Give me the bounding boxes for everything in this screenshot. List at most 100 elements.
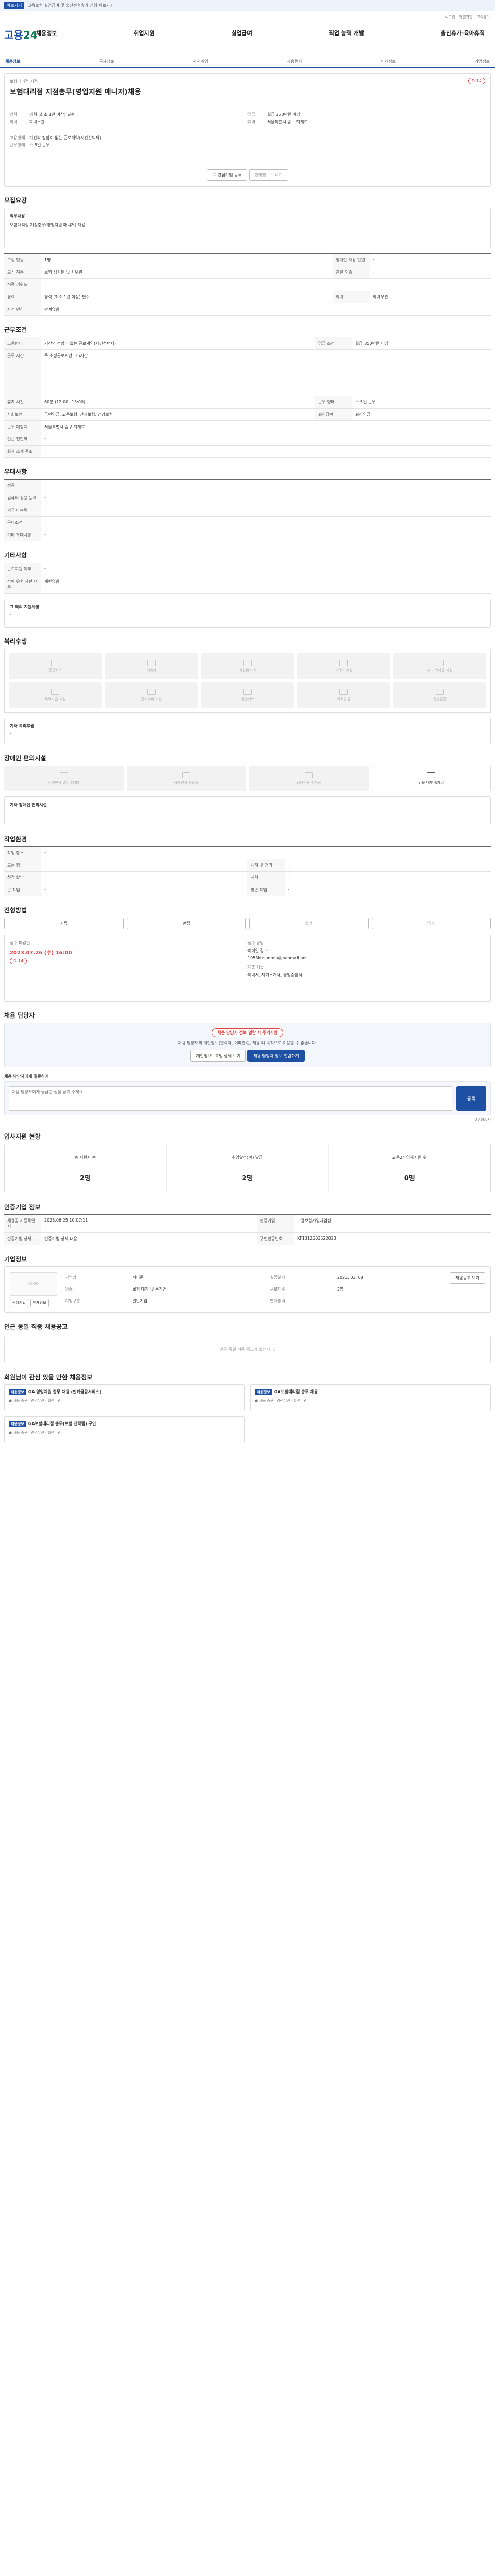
table-row: 직종 키워드 -: [4, 278, 491, 291]
warning-title: 채용 담당자 정보 열람 시 주의사항: [211, 1028, 284, 1037]
tab-talent[interactable]: 인재정보: [381, 59, 395, 64]
applicant-stats: 총 지원자 수 2명 취업알선(이) 발급 2명 고용24 입사지원 수 0명: [4, 1143, 491, 1193]
gnb-item[interactable]: 출산휴가·육아휴직: [441, 29, 485, 37]
home-money-icon: [51, 688, 60, 695]
parking-icon: [304, 772, 313, 778]
view-manager-button[interactable]: 채용 담당자 정보 열람하기: [248, 1050, 305, 1062]
house-icon: [147, 659, 156, 666]
welfare-item: 퇴직연금: [297, 682, 390, 708]
tab-public[interactable]: 공채정보: [99, 59, 114, 64]
global-nav: 채용정보 취업지원 실업급여 직업 능력 개발 출산휴가·육아휴직: [36, 29, 490, 37]
section-title: 복리후생: [4, 638, 27, 645]
pension-icon: [339, 688, 348, 695]
table-row: 채용공고 등록일시 2023.06.25 10:07:11 인증기업 고용보험가입사업…: [4, 1214, 491, 1233]
book-icon: [339, 659, 348, 666]
welfare-item: 통근버스: [9, 653, 102, 679]
kv-value: 학력무관: [29, 120, 45, 124]
health-icon: [435, 688, 444, 695]
table-row: 장애 유형 제한 여부 제한없음: [4, 575, 491, 594]
job-card[interactable]: 채용정보 GA보험대리점 총무(보험 전략팀) 구인 ● 서울 중구 · 경력무관…: [4, 1416, 245, 1443]
question-input[interactable]: [9, 1086, 452, 1111]
table-row: 기타 우대사항 -: [4, 529, 491, 541]
welfare-item: 교육비 지원: [297, 653, 390, 679]
fav-company-button[interactable]: 관심기업: [10, 1298, 28, 1307]
step-interview: 면접: [126, 918, 246, 929]
privacy-detail-button[interactable]: 개인정보보호법 상세 보기: [190, 1050, 246, 1062]
disability-etc-box: 기타 장애인 편의시설 -: [4, 796, 491, 825]
job-card[interactable]: 채용정보 GA보험대리점 총무 채용 ● 서울 중구 · 경력무관 · 학력무관: [250, 1384, 491, 1411]
deadline: 2023.07.26 (수) 16:00: [10, 950, 72, 956]
disability-item: 건물 내부 휠체어: [371, 766, 491, 791]
table-row: 자격 면허 관계없음: [4, 303, 491, 316]
tab-job[interactable]: 채용정보: [5, 59, 20, 64]
company-jobs-button[interactable]: 채용공고 보기: [450, 1272, 485, 1284]
table-row: 근로지원 여부 -: [4, 563, 491, 575]
header-links: 로그인 회원가입 고객센터: [445, 14, 490, 20]
kv-label: 지역: [248, 120, 255, 124]
desc-title: 직무내용: [10, 214, 25, 218]
tab-overseas[interactable]: 해외취업: [193, 59, 208, 64]
kv-value: 월급 350만원 이상: [267, 112, 301, 117]
gnb-item[interactable]: 취업지원: [134, 29, 154, 37]
site-logo[interactable]: 고용24: [4, 27, 38, 42]
table-row: 기업명 퍼니콘 설립일자 2021. 03. 08: [65, 1275, 364, 1280]
welfare-item: 차량유지비: [201, 653, 294, 679]
tab-event[interactable]: 채용행사: [287, 59, 302, 64]
send-talent-button[interactable]: 인재정보 보내기: [249, 169, 288, 181]
shortcut-button[interactable]: 바로가기: [4, 2, 25, 9]
table-row: 사회보험 국민연금, 고용보험, 산재보험, 건강보험 퇴직급여 퇴직연금: [4, 408, 491, 421]
table-row: 손 작업 - 양손 작업 -: [4, 884, 491, 896]
disability-grid: 장애인용 엘리베이터 장애인용 화장실 장애인용 주차장 건물 내부 휠체어: [4, 766, 491, 791]
gnb-item[interactable]: 채용정보: [36, 29, 57, 37]
step-join: 입사: [371, 918, 491, 929]
table-row: 모집 직종 보험 심사원 및 사무원 관련 직종 -: [4, 266, 491, 279]
kv-label: 고용형태: [10, 135, 25, 140]
gift-icon: [147, 688, 156, 695]
manager-warning-box: 채용 담당자 정보 열람 시 주의사항 채용 담당자의 개인정보(연락처, 이메…: [4, 1023, 491, 1067]
company-info-table: 기업명 퍼니콘 설립일자 2021. 03. 08 업종 보험 대리 및 중개업 근로자수…: [63, 1272, 443, 1307]
tab-company[interactable]: 기업정보: [475, 59, 490, 64]
bus-icon: [51, 659, 60, 666]
coin-icon: [243, 688, 252, 695]
company-name[interactable]: 보험대리점 지점: [10, 79, 485, 84]
favorite-company-button[interactable]: ♡ 관심기업 등록: [207, 169, 248, 181]
register-button[interactable]: 등록: [456, 1086, 486, 1111]
table-row: 모집 인원 1명 장애인 채용 인원 -: [4, 253, 491, 266]
treatment-table: 전공 - 컴퓨터 활용 능력 - 외국어 능력 - 우대조건 - 기타 우대사항 -: [4, 479, 491, 541]
others-table: 근로지원 여부 - 장애 유형 제한 여부 제한없음: [4, 563, 491, 594]
section-title: 인증기업 정보: [4, 1203, 41, 1211]
job-title: 보험대리점 지점충무(영업지원 매니저)채용: [10, 88, 141, 96]
table-row: 근무 예정지 서울특별시 중구 퇴계로: [4, 420, 491, 433]
table-row: 휴게 시간 60분 (12:00~13:00) 근무 형태 주 5일 근무: [4, 396, 491, 409]
gnb-item[interactable]: 직업 능력 개발: [329, 29, 364, 37]
table-row: 인증기업 상세 인증기업 상세 내용 구인인증번호 KF1312503522023: [4, 1232, 491, 1245]
sub-tabs: 채용정보 공채정보 해외취업 채용행사 인재정보 기업정보: [0, 56, 495, 68]
wheelchair-icon: [427, 772, 436, 778]
login-link[interactable]: 로그인: [445, 14, 455, 20]
step-pass: 합격: [249, 918, 369, 929]
welfare-item: 기숙사: [105, 653, 198, 679]
table-row: 전공 -: [4, 479, 491, 492]
car-icon: [243, 659, 252, 666]
table-row: 드는 힘 - 세척 및 정리 -: [4, 859, 491, 872]
process-detail-box: 접수 마감일 2023.07.26 (수) 16:00 D-14 접수 방법 이…: [4, 935, 491, 1002]
workplace-table: 작업 장소 - 드는 힘 - 세척 및 정리 - 청각 할당 - 시력 - 손 작업 - 양손 작…: [4, 846, 491, 896]
kv-label: 학력: [10, 120, 18, 124]
table-row: 우대조건 -: [4, 516, 491, 529]
section-title: 근무조건: [4, 326, 27, 333]
welfare-item: 주택자금 지원: [9, 682, 102, 708]
job-card[interactable]: 채용정보 GA 영업지원 총무 채용 (인카금융서비스) ● 서울 중구 · 경력…: [4, 1384, 245, 1411]
favorite-jobs: 채용정보 GA 영업지원 총무 채용 (인카금융서비스) ● 서울 중구 · 경력…: [4, 1384, 491, 1443]
email-text[interactable]: 1953kbsunmin@hanmail.net: [248, 956, 485, 960]
welfare-item: 건강검진: [393, 682, 486, 708]
recruit-table: 모집 인원 1명 장애인 채용 인원 - 모집 직종 보험 심사원 및 사무원 관련 직종…: [4, 253, 491, 316]
similar-empty: 인근 동일 직종 공고가 없습니다.: [4, 1335, 491, 1363]
stat-item: 총 지원자 수 2명: [5, 1144, 167, 1193]
talent-button[interactable]: 인재정보: [30, 1298, 49, 1307]
elevator-icon: [59, 772, 68, 778]
graduation-icon: [435, 659, 444, 666]
gnb-item[interactable]: 실업급여: [231, 29, 252, 37]
signup-link[interactable]: 회원가입: [459, 14, 472, 20]
support-link[interactable]: 고객센터: [476, 14, 490, 20]
section-title: 작업환경: [4, 836, 27, 843]
